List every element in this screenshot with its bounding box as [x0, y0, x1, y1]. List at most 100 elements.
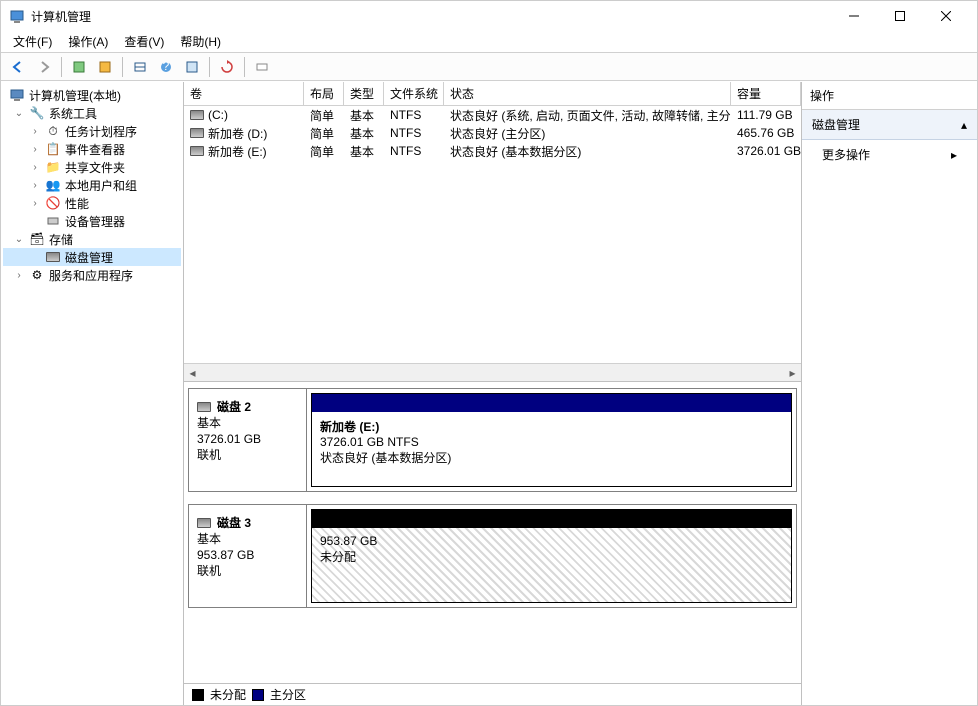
- tool-button-3[interactable]: [129, 56, 151, 78]
- services-icon: ⚙: [29, 267, 45, 283]
- volume-row[interactable]: 新加卷 (D:) 简单 基本 NTFS 状态良好 (主分区) 465.76 GB: [184, 124, 801, 142]
- col-filesystem[interactable]: 文件系统: [384, 82, 444, 105]
- col-capacity[interactable]: 容量: [731, 82, 801, 105]
- expand-icon[interactable]: ⌄: [13, 107, 25, 119]
- volume-capacity: 465.76 GB: [731, 125, 801, 141]
- disk-graphical-view: 磁盘 2 基本 3726.01 GB 联机 新加卷 (E:) 3726.01 G…: [184, 382, 801, 705]
- volume-fs: NTFS: [384, 143, 444, 159]
- col-layout[interactable]: 布局: [304, 82, 344, 105]
- refresh-button[interactable]: [216, 56, 238, 78]
- actions-section-label: 磁盘管理: [812, 116, 860, 133]
- expand-icon[interactable]: ›: [29, 197, 41, 209]
- volume-row[interactable]: 新加卷 (E:) 简单 基本 NTFS 状态良好 (基本数据分区) 3726.0…: [184, 142, 801, 160]
- partition-color-bar: [312, 510, 791, 528]
- volume-list-body[interactable]: (C:) 简单 基本 NTFS 状态良好 (系统, 启动, 页面文件, 活动, …: [184, 106, 801, 363]
- clock-icon: ⏱: [45, 123, 61, 139]
- expand-icon[interactable]: ⌄: [13, 233, 25, 245]
- tool-button-5[interactable]: [251, 56, 273, 78]
- tree-event-viewer[interactable]: › 📋 事件查看器: [3, 140, 181, 158]
- volume-layout: 简单: [304, 124, 344, 143]
- menubar: 文件(F) 操作(A) 查看(V) 帮助(H): [1, 31, 977, 53]
- tree-services[interactable]: › ⚙ 服务和应用程序: [3, 266, 181, 284]
- disk-row[interactable]: 磁盘 2 基本 3726.01 GB 联机 新加卷 (E:) 3726.01 G…: [188, 388, 797, 492]
- tree-shared-folders[interactable]: › 📁 共享文件夹: [3, 158, 181, 176]
- partition-unallocated[interactable]: 953.87 GB 未分配: [311, 509, 792, 603]
- disk-state: 联机: [197, 447, 298, 463]
- volume-icon: [190, 128, 204, 138]
- partition[interactable]: 新加卷 (E:) 3726.01 GB NTFS 状态良好 (基本数据分区): [311, 393, 792, 487]
- tree-disk-management[interactable]: 磁盘管理: [3, 248, 181, 266]
- content-area: 计算机管理(本地) ⌄ 🔧 系统工具 › ⏱ 任务计划程序 › 📋 事件查看器 …: [1, 81, 977, 705]
- volume-fs: NTFS: [384, 107, 444, 123]
- volume-list-header: 卷 布局 类型 文件系统 状态 容量: [184, 82, 801, 106]
- tree-performance[interactable]: › 🚫 性能: [3, 194, 181, 212]
- disk-name: 磁盘 2: [217, 399, 251, 415]
- tool-button-1[interactable]: [68, 56, 90, 78]
- actions-more[interactable]: 更多操作 ▸: [802, 140, 977, 169]
- menu-file[interactable]: 文件(F): [5, 31, 60, 52]
- disk-info: 磁盘 2 基本 3726.01 GB 联机: [189, 389, 307, 491]
- minimize-button[interactable]: [831, 1, 877, 31]
- tree-label: 共享文件夹: [65, 159, 125, 176]
- volume-row[interactable]: (C:) 简单 基本 NTFS 状态良好 (系统, 启动, 页面文件, 活动, …: [184, 106, 801, 124]
- disk-type: 基本: [197, 531, 298, 547]
- col-type[interactable]: 类型: [344, 82, 384, 105]
- tree-system-tools[interactable]: ⌄ 🔧 系统工具: [3, 104, 181, 122]
- legend-label-unallocated: 未分配: [210, 686, 246, 703]
- tree-task-scheduler[interactable]: › ⏱ 任务计划程序: [3, 122, 181, 140]
- expand-icon[interactable]: ›: [29, 161, 41, 173]
- col-status[interactable]: 状态: [444, 82, 731, 105]
- menu-help[interactable]: 帮助(H): [172, 31, 229, 52]
- volume-capacity: 3726.01 GB: [731, 143, 801, 159]
- volume-name: 新加卷 (D:): [208, 125, 267, 142]
- folder-share-icon: 📁: [45, 159, 61, 175]
- tree-label: 磁盘管理: [65, 249, 113, 266]
- tool-button-4[interactable]: [181, 56, 203, 78]
- partition-title: 新加卷 (E:): [320, 418, 783, 435]
- volume-list: 卷 布局 类型 文件系统 状态 容量 (C:) 简单 基本 NTFS 状态良好 …: [184, 82, 801, 382]
- expand-icon[interactable]: ›: [29, 179, 41, 191]
- tree-label: 存储: [49, 231, 73, 248]
- menu-action[interactable]: 操作(A): [60, 31, 116, 52]
- volume-type: 基本: [344, 142, 384, 161]
- expand-icon[interactable]: ›: [29, 125, 41, 137]
- forward-button[interactable]: [33, 56, 55, 78]
- help-button[interactable]: ?: [155, 56, 177, 78]
- legend: 未分配 主分区: [184, 683, 801, 705]
- wrench-icon: 🔧: [29, 105, 45, 121]
- tree-device-manager[interactable]: 设备管理器: [3, 212, 181, 230]
- volume-fs: NTFS: [384, 125, 444, 141]
- legend-label-primary: 主分区: [270, 686, 306, 703]
- tree-label: 事件查看器: [65, 141, 125, 158]
- close-button[interactable]: [923, 1, 969, 31]
- scroll-right-icon[interactable]: ▸: [784, 365, 801, 381]
- disk-icon: [197, 402, 211, 412]
- tree-storage[interactable]: ⌄ 🗃 存储: [3, 230, 181, 248]
- maximize-button[interactable]: [877, 1, 923, 31]
- tree-root[interactable]: 计算机管理(本地): [3, 86, 181, 104]
- partition-status: 未分配: [320, 548, 783, 565]
- disk-row[interactable]: 磁盘 3 基本 953.87 GB 联机 953.87 GB 未分配: [188, 504, 797, 608]
- chevron-right-icon: ▸: [951, 148, 957, 162]
- tree-local-users[interactable]: › 👥 本地用户和组: [3, 176, 181, 194]
- horizontal-scrollbar[interactable]: ◂ ▸: [184, 363, 801, 381]
- volume-type: 基本: [344, 106, 384, 125]
- window-title: 计算机管理: [31, 8, 831, 25]
- tree-label: 系统工具: [49, 105, 97, 122]
- expand-icon[interactable]: ›: [13, 269, 25, 281]
- actions-section[interactable]: 磁盘管理 ▴: [802, 110, 977, 140]
- disk-info: 磁盘 3 基本 953.87 GB 联机: [189, 505, 307, 607]
- back-button[interactable]: [7, 56, 29, 78]
- menu-view[interactable]: 查看(V): [116, 31, 172, 52]
- device-icon: [45, 213, 61, 229]
- col-volume[interactable]: 卷: [184, 82, 304, 105]
- tree-label: 本地用户和组: [65, 177, 137, 194]
- volume-status: 状态良好 (基本数据分区): [444, 142, 731, 161]
- scroll-left-icon[interactable]: ◂: [184, 365, 201, 381]
- tool-button-2[interactable]: [94, 56, 116, 78]
- partition-size: 953.87 GB: [320, 534, 783, 548]
- disk-graphical-body[interactable]: 磁盘 2 基本 3726.01 GB 联机 新加卷 (E:) 3726.01 G…: [184, 382, 801, 683]
- navigation-tree[interactable]: 计算机管理(本地) ⌄ 🔧 系统工具 › ⏱ 任务计划程序 › 📋 事件查看器 …: [1, 82, 184, 705]
- expand-icon[interactable]: ›: [29, 143, 41, 155]
- titlebar: 计算机管理: [1, 1, 977, 31]
